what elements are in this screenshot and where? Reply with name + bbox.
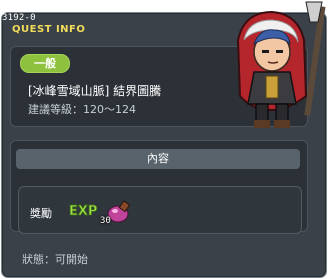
quest-name: [冰峰雪域山脈] 結界圖騰	[28, 84, 162, 98]
quest-status: 狀態：可開始	[22, 253, 88, 266]
reward-box	[18, 186, 302, 234]
quest-level-requirement: 建議等級：120〜124	[28, 103, 136, 116]
svg-text:EXP: EXP	[69, 204, 97, 218]
content-header: 內容	[16, 149, 300, 169]
quest-id: 3192-0	[2, 13, 36, 23]
npc-character-icon	[236, 1, 326, 128]
exp-icon: EXP	[69, 204, 98, 218]
quest-category-badge: 一般	[20, 54, 70, 73]
panel-title: QUEST INFO	[12, 24, 86, 35]
reward-label: 獎勵	[30, 207, 52, 220]
reward-quantity: 30	[100, 216, 111, 226]
